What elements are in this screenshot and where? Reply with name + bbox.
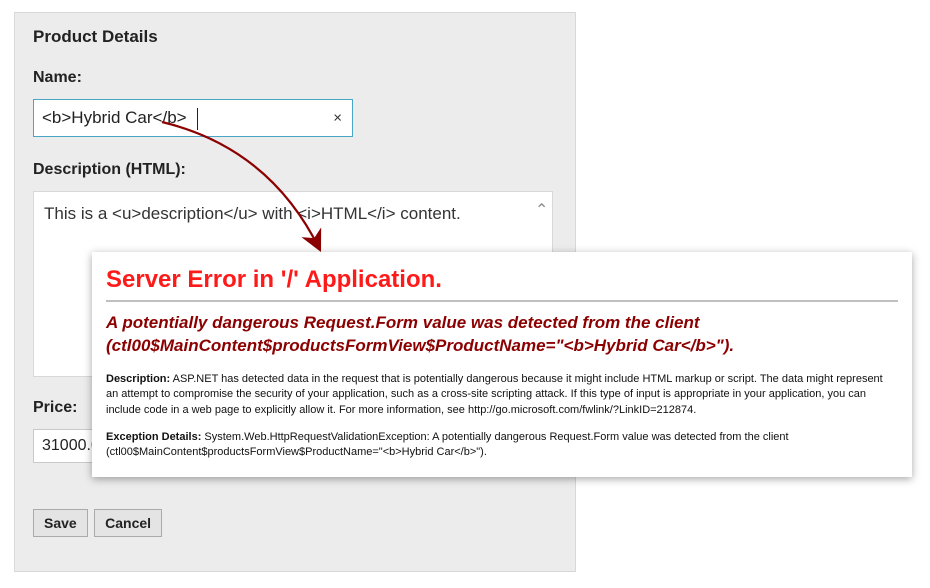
error-exception-text: System.Web.HttpRequestValidationExceptio… [106,431,789,458]
error-description-text: ASP.NET has detected data in the request… [106,373,883,416]
server-error-popup: Server Error in '/' Application. A poten… [92,252,912,477]
error-subheading: A potentially dangerous Request.Form val… [106,312,898,358]
error-description-label: Description: [106,373,170,385]
name-input-wrap[interactable]: × [33,99,353,137]
clear-icon[interactable]: × [333,110,342,127]
save-button[interactable]: Save [33,509,88,537]
name-label: Name: [33,69,557,87]
panel-title: Product Details [33,27,557,47]
text-cursor [197,108,198,130]
scroll-up-icon[interactable]: ⌃ [535,200,547,220]
error-exception: Exception Details: System.Web.HttpReques… [106,430,898,461]
button-row: Save Cancel [33,509,557,537]
cancel-button[interactable]: Cancel [94,509,162,537]
error-divider [106,300,898,302]
name-input[interactable] [34,100,352,136]
description-text: This is a <u>description</u> with <i>HTM… [34,192,552,236]
error-exception-label: Exception Details: [106,431,201,443]
description-label: Description (HTML): [33,161,557,179]
error-title: Server Error in '/' Application. [106,266,898,294]
error-description: Description: ASP.NET has detected data i… [106,372,898,418]
